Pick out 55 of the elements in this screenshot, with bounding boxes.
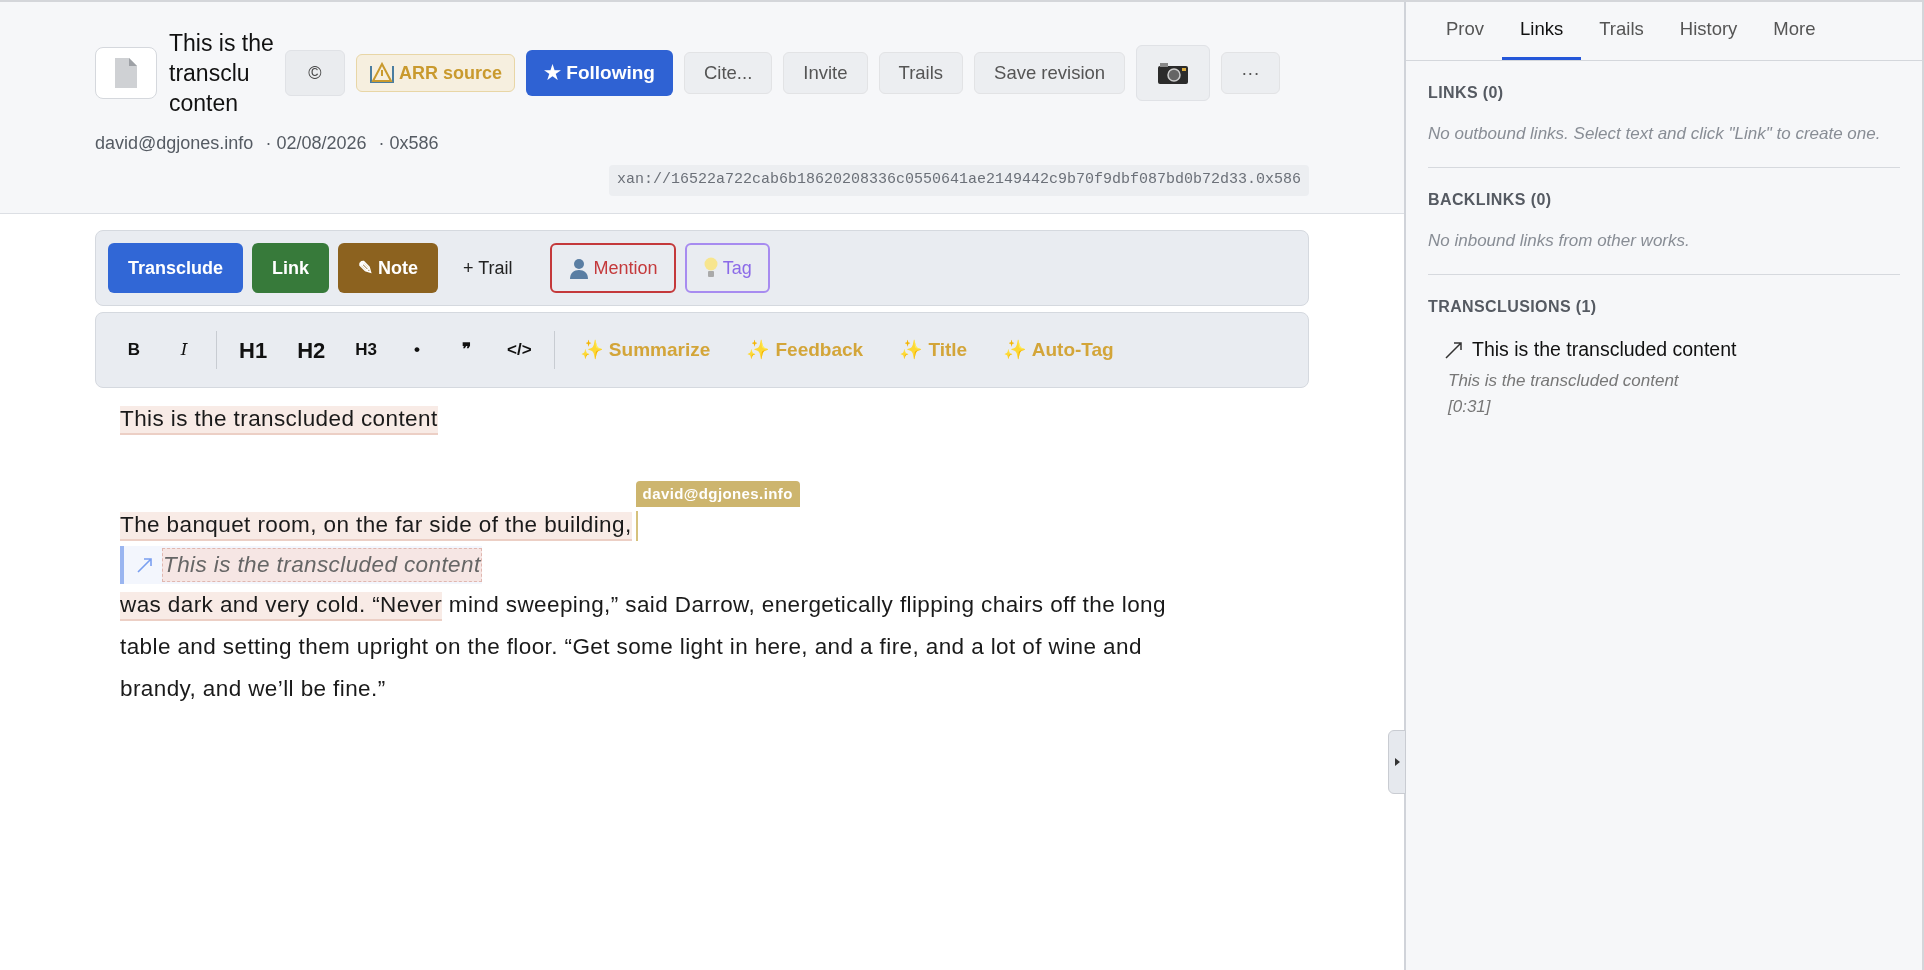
toolbar-button[interactable]: ··· (1221, 52, 1280, 94)
format-button[interactable]: I (162, 328, 206, 372)
warning-icon (369, 62, 395, 84)
sidebar-tab[interactable]: Trails (1581, 1, 1662, 60)
transclusion-link[interactable]: This is the transcluded content (1472, 335, 1737, 365)
empty-text: No outbound links. Select text and click "Link" to create one. (1428, 123, 1882, 145)
sidebar-tab[interactable]: History (1661, 1, 1756, 60)
format-button[interactable]: H3 (343, 328, 389, 372)
excerpt-text: This is the transcluded content (1447, 370, 1680, 393)
following-button[interactable]: ★ Following (526, 50, 673, 96)
section-heading: TRANSCLUSIONS (1) (1428, 297, 1598, 317)
person-icon (567, 257, 590, 279)
camera-icon (1157, 61, 1190, 85)
copyright-button[interactable]: © (285, 50, 345, 96)
heading-button[interactable]: H1 (227, 328, 280, 372)
toolbar-button[interactable]: Invite (783, 52, 868, 94)
collapse-handle[interactable] (1388, 730, 1406, 794)
paragraph: was dark and very cold. “Never mind sweeping,” said Darrow, energetically flipping chairs off the long table and setting them upright on the floor. “Get some light in here, and a fire, and a lot of wine and brandy, and we’ll be fine.” (120, 591, 1167, 703)
arrow-icon (1444, 339, 1464, 360)
camera-button[interactable] (1136, 45, 1211, 101)
paragraph: This is the transcluded content (120, 398, 1220, 440)
note-button[interactable]: ✎ Note (338, 243, 439, 293)
cursor-label: david@dgjones.info (635, 481, 800, 508)
section-heading: BACKLINKS (0) (1428, 190, 1553, 210)
toolbar-button[interactable]: Cite... (683, 52, 773, 94)
empty-text: No inbound links from other works. (1428, 230, 1691, 252)
transcluded-text[interactable]: This is the transcluded content (162, 548, 482, 582)
toolbar-button[interactable]: Trails (878, 52, 964, 94)
heading-button[interactable]: H2 (285, 328, 338, 372)
transclude-button[interactable]: Transclude (108, 243, 244, 293)
range-text: [0:31] (1446, 395, 1492, 418)
lightbulb-icon (702, 257, 719, 279)
address-text: xan://16522a722cab6b18620208336c0550641ae2149442c9b70f9dbf087bd0b72d33.0x586 (608, 165, 1309, 196)
document-title: conten (169, 89, 240, 118)
meta-text: · 02/08/2026 (265, 132, 367, 155)
section-heading: LINKS (0) (1428, 83, 1505, 103)
sidebar-tab[interactable]: Links (1502, 1, 1582, 60)
sidebar-tab[interactable]: More (1755, 1, 1834, 60)
link-button[interactable]: Link (252, 243, 330, 293)
author-text: david@dgjones.info (95, 132, 254, 155)
text-cursor (635, 511, 638, 542)
sidebar-tab[interactable]: Prov (1428, 1, 1503, 60)
format-button[interactable]: B (112, 328, 156, 372)
trail-button[interactable]: + Trail (447, 243, 529, 293)
format-button[interactable]: • (395, 328, 439, 372)
arrow-icon (136, 556, 154, 574)
meta-text: · 0x586 (378, 132, 439, 155)
format-button[interactable]: ❞ (445, 328, 489, 372)
format-button[interactable]: </> (495, 328, 544, 372)
toolbar-button[interactable]: Save revision (974, 52, 1126, 94)
tag-button[interactable]: Tag (684, 243, 770, 293)
document-title: transclu (169, 59, 251, 88)
paragraph: The banquet room, on the far side of the building, (120, 512, 632, 541)
document-icon (95, 47, 157, 99)
mention-button[interactable]: Mention (549, 243, 676, 293)
